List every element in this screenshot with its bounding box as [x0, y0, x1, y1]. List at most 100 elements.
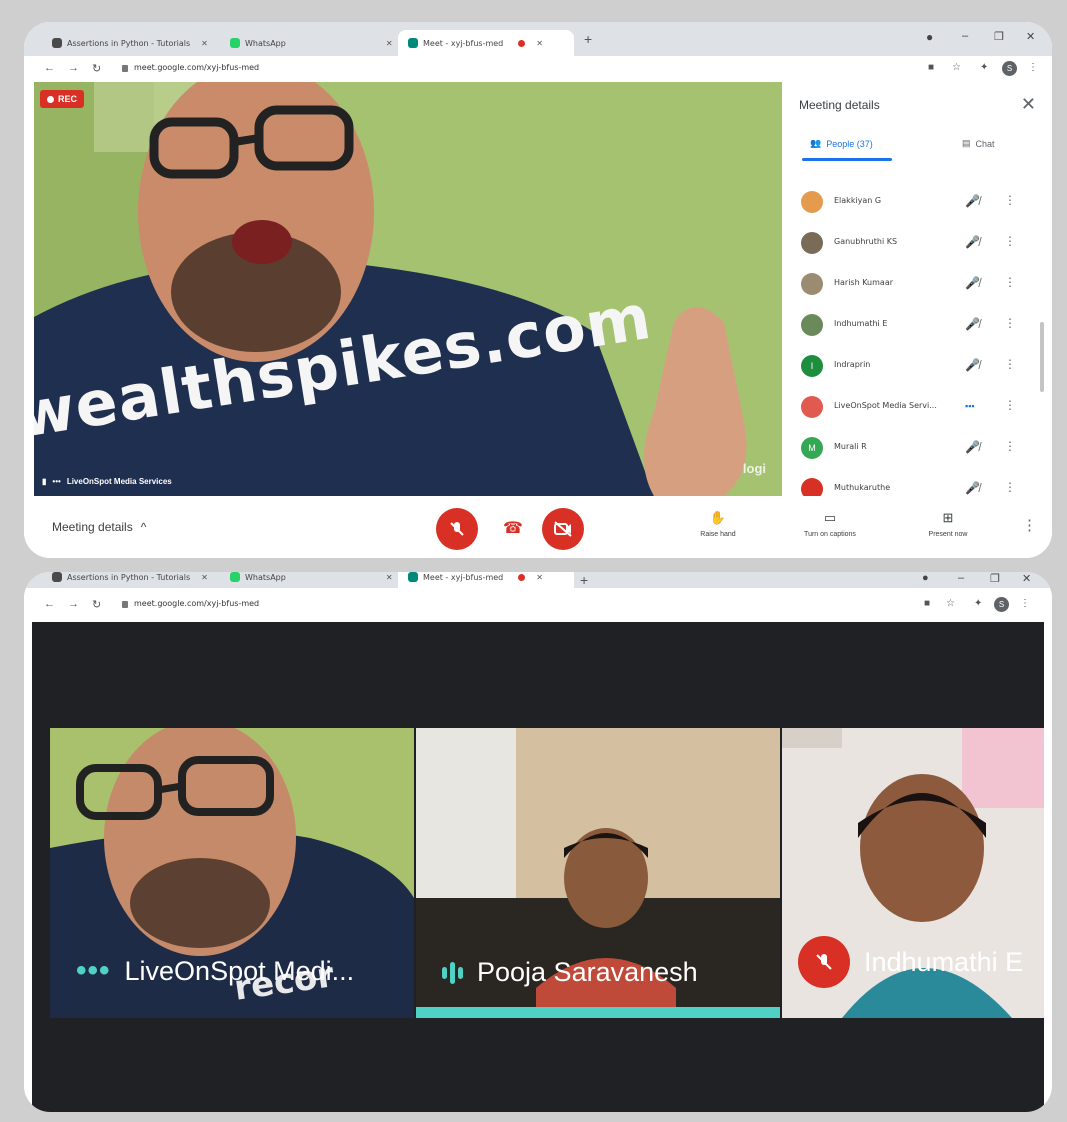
- more-options-icon[interactable]: ⋮: [1004, 275, 1016, 289]
- close-window-icon[interactable]: ✕: [1022, 572, 1031, 585]
- close-icon[interactable]: ✕: [536, 39, 543, 48]
- mic-off-icon: 🎤̸: [965, 481, 980, 495]
- avatar: [801, 314, 823, 336]
- speaking-indicator: [416, 1007, 780, 1018]
- rec-label: REC: [58, 94, 78, 104]
- participant-tile[interactable]: Indhumathi E: [782, 728, 1044, 1018]
- tab-title: WhatsApp: [245, 572, 286, 582]
- camera-indicator-icon[interactable]: ■: [928, 62, 934, 73]
- more-options-icon[interactable]: ⋮: [1004, 398, 1016, 412]
- forward-icon[interactable]: →: [68, 598, 79, 610]
- account-icon[interactable]: ●: [926, 30, 933, 44]
- list-item[interactable]: Elakkiyan G 🎤̸ ⋮: [782, 182, 1037, 223]
- back-icon[interactable]: ←: [44, 62, 55, 74]
- close-icon[interactable]: ✕: [386, 573, 393, 582]
- present-icon: ⊞: [942, 510, 954, 525]
- tab-whatsapp[interactable]: WhatsApp ✕: [220, 572, 396, 588]
- people-icon: 👥: [810, 138, 822, 148]
- mic-off-icon: [816, 954, 832, 970]
- camera-toggle-button[interactable]: [542, 508, 584, 550]
- pin-icon[interactable]: ▮: [42, 477, 46, 486]
- list-item[interactable]: M Murali R 🎤̸ ⋮: [782, 428, 1037, 469]
- reload-icon[interactable]: ↻: [92, 62, 101, 75]
- profile-avatar[interactable]: S: [1002, 61, 1017, 76]
- close-icon[interactable]: ✕: [536, 573, 543, 582]
- menu-icon[interactable]: ⋮: [1028, 62, 1038, 73]
- more-options-icon[interactable]: ⋮: [1004, 316, 1016, 330]
- list-item[interactable]: LiveOnSpot Media Servi... ▪▪▪ ⋮: [782, 387, 1037, 428]
- present-now-button[interactable]: ⊞ Present now: [898, 510, 998, 538]
- more-dots-icon: •••: [76, 954, 111, 987]
- participant-tile[interactable]: Pooja Saravanesh: [416, 728, 780, 1018]
- list-item[interactable]: Indhumathi E 🎤̸ ⋮: [782, 305, 1037, 346]
- camera-indicator-icon[interactable]: ■: [924, 598, 930, 609]
- profile-avatar[interactable]: S: [994, 597, 1009, 612]
- more-options-icon[interactable]: ⋮: [1004, 439, 1016, 453]
- more-options-icon[interactable]: ⋮: [1004, 480, 1016, 494]
- maximize-icon[interactable]: ❐: [990, 572, 1000, 585]
- meeting-details-button[interactable]: Meeting details ^: [52, 520, 146, 534]
- list-item[interactable]: Harish Kumaar 🎤̸ ⋮: [782, 264, 1037, 305]
- close-icon[interactable]: ✕: [201, 573, 208, 582]
- record-icon: [47, 95, 54, 103]
- list-item[interactable]: I Indraprin 🎤̸ ⋮: [782, 346, 1037, 387]
- close-panel-icon[interactable]: ✕: [1021, 94, 1036, 115]
- tab-whatsapp[interactable]: WhatsApp ✕: [220, 30, 396, 56]
- address-bar[interactable]: meet.google.com/xyj-bfus-med: [134, 63, 259, 72]
- tab-meet[interactable]: Meet - xyj-bfus-med ✕: [398, 30, 574, 56]
- tab-title: Meet - xyj-bfus-med: [423, 572, 504, 582]
- address-bar[interactable]: meet.google.com/xyj-bfus-med: [134, 599, 259, 608]
- mic-off-button[interactable]: [798, 936, 850, 988]
- avatar: [801, 273, 823, 295]
- tab-assertions[interactable]: Assertions in Python - Tutorials ✕: [42, 30, 218, 56]
- reload-icon[interactable]: ↻: [92, 598, 101, 611]
- phone-hangup-icon: ☎: [503, 520, 523, 537]
- meeting-details-panel: Meeting details ✕ 👥 People (37) ▤ Chat E…: [782, 82, 1052, 500]
- maximize-icon[interactable]: ❐: [994, 30, 1004, 43]
- close-icon[interactable]: ✕: [386, 39, 393, 48]
- menu-icon[interactable]: ⋮: [1020, 598, 1030, 609]
- more-options-icon[interactable]: ⋮: [1004, 357, 1016, 371]
- minimize-icon[interactable]: –: [962, 30, 968, 42]
- tab-strip: Assertions in Python - Tutorials ✕ Whats…: [24, 22, 1052, 56]
- list-item[interactable]: Ganubhruthi KS 🎤̸ ⋮: [782, 223, 1037, 264]
- extension-icon[interactable]: ✦: [980, 62, 988, 73]
- panel-scrollbar[interactable]: [1040, 322, 1044, 392]
- top-browser-window: Assertions in Python - Tutorials ✕ Whats…: [24, 22, 1052, 558]
- presenter-image: [34, 82, 782, 496]
- hang-up-button[interactable]: ☎: [500, 518, 526, 538]
- participant-name: Pooja Saravanesh: [477, 957, 698, 987]
- raise-hand-button[interactable]: ✋ Raise hand: [668, 510, 768, 538]
- star-icon[interactable]: ☆: [952, 62, 961, 73]
- tab-people[interactable]: 👥 People (37): [810, 138, 873, 149]
- more-options-icon[interactable]: ⋮: [1004, 193, 1016, 207]
- close-icon[interactable]: ✕: [201, 39, 208, 48]
- whatsapp-favicon-icon: [230, 38, 240, 48]
- mic-off-icon: 🎤̸: [965, 358, 980, 372]
- star-icon[interactable]: ☆: [946, 598, 955, 609]
- mic-off-icon: 🎤̸: [965, 276, 980, 290]
- minimize-icon[interactable]: –: [958, 572, 964, 584]
- new-tab-icon[interactable]: +: [580, 572, 588, 588]
- tab-assertions[interactable]: Assertions in Python - Tutorials ✕: [42, 572, 218, 588]
- tab-meet[interactable]: Meet - xyj-bfus-med ✕: [398, 572, 574, 588]
- more-options-icon[interactable]: ⋮: [1022, 516, 1037, 534]
- participant-name: Ganubhruthi KS: [834, 237, 898, 246]
- participant-name: LiveOnSpot Medi...: [124, 955, 355, 986]
- avatar: [801, 232, 823, 254]
- new-tab-icon[interactable]: +: [584, 31, 592, 47]
- participant-grid: recor ••• LiveOnSpot Medi... Pooja Sarav…: [32, 622, 1044, 1112]
- tab-chat[interactable]: ▤ Chat: [962, 138, 995, 149]
- forward-icon[interactable]: →: [68, 62, 79, 74]
- close-window-icon[interactable]: ✕: [1026, 30, 1035, 43]
- participant-tile[interactable]: recor ••• LiveOnSpot Medi...: [50, 728, 414, 1018]
- mic-off-icon: 🎤̸: [965, 235, 980, 249]
- captions-button[interactable]: ▭ Turn on captions: [780, 510, 880, 538]
- mic-off-icon: 🎤̸: [965, 440, 980, 454]
- mic-toggle-button[interactable]: [436, 508, 478, 550]
- more-options-icon[interactable]: ⋮: [1004, 234, 1016, 248]
- extension-icon[interactable]: ✦: [974, 598, 982, 609]
- back-icon[interactable]: ←: [44, 598, 55, 610]
- bottom-browser-window: Assertions in Python - Tutorials ✕ Whats…: [24, 572, 1052, 1112]
- account-icon[interactable]: ●: [922, 572, 929, 584]
